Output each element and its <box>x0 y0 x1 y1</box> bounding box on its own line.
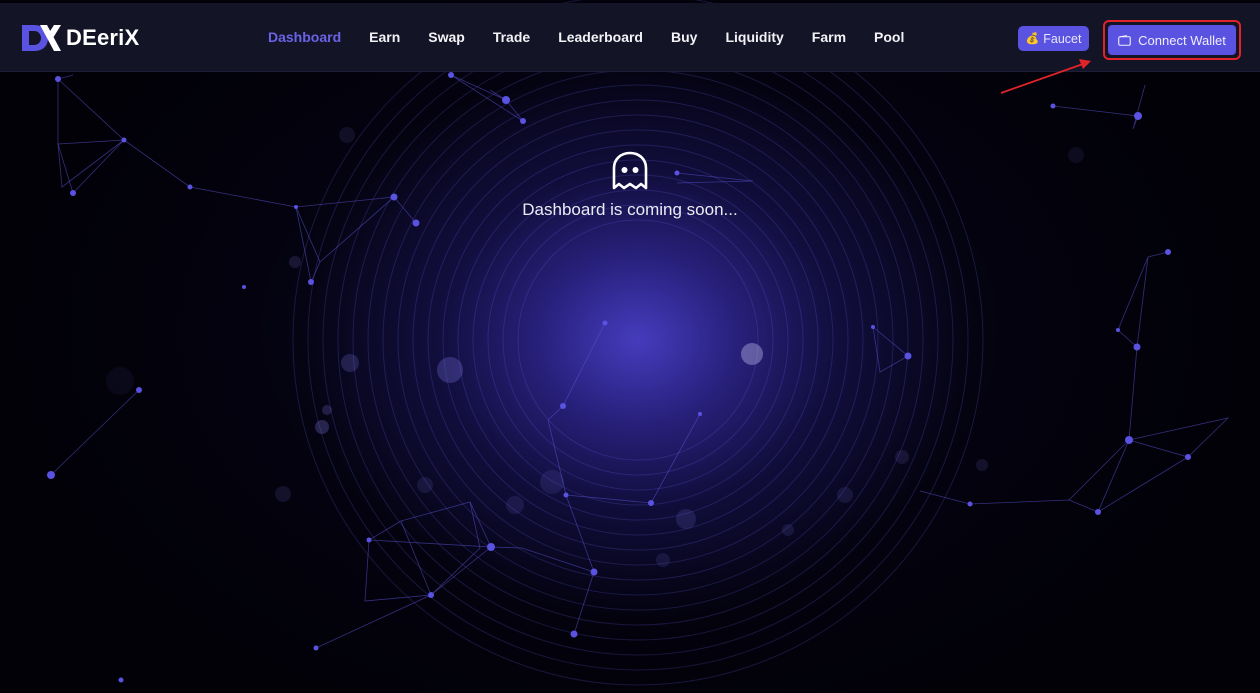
faucet-button[interactable]: 💰 Faucet <box>1018 26 1089 51</box>
background-decoration <box>47 0 1230 686</box>
coming-soon-panel: Dashboard is coming soon... <box>0 150 1260 220</box>
brand-logo[interactable]: DEeriX <box>20 23 139 53</box>
main-nav: Dashboard Earn Swap Trade Leaderboard Bu… <box>268 29 932 45</box>
nav-item-pool[interactable]: Pool <box>874 29 904 45</box>
connect-wallet-button[interactable]: Connect Wallet <box>1108 25 1236 55</box>
ghost-icon <box>612 151 648 190</box>
faucet-label: Faucet <box>1043 31 1082 46</box>
wallet-icon <box>1118 34 1131 46</box>
brand-name: DEeriX <box>66 25 140 50</box>
connect-wallet-highlight: Connect Wallet <box>1103 20 1241 60</box>
nav-item-earn[interactable]: Earn <box>369 29 400 45</box>
connect-wallet-label: Connect Wallet <box>1138 32 1226 48</box>
nav-item-liquidity[interactable]: Liquidity <box>725 29 783 45</box>
logo-mark-icon <box>22 25 61 51</box>
nav-item-dashboard[interactable]: Dashboard <box>268 29 341 45</box>
page-background: DEeriX Dashboard Earn Swap Trade Leaderb… <box>0 0 1260 693</box>
nav-item-farm[interactable]: Farm <box>812 29 846 45</box>
nav-item-buy[interactable]: Buy <box>671 29 697 45</box>
nav-item-trade[interactable]: Trade <box>493 29 530 45</box>
concentric-rings <box>292 0 984 686</box>
money-bag-icon: 💰 <box>1025 33 1040 45</box>
nav-item-leaderboard[interactable]: Leaderboard <box>558 29 643 45</box>
annotation-arrow-icon <box>1000 59 1091 94</box>
coming-soon-message: Dashboard is coming soon... <box>522 200 738 219</box>
nav-item-swap[interactable]: Swap <box>428 29 465 45</box>
